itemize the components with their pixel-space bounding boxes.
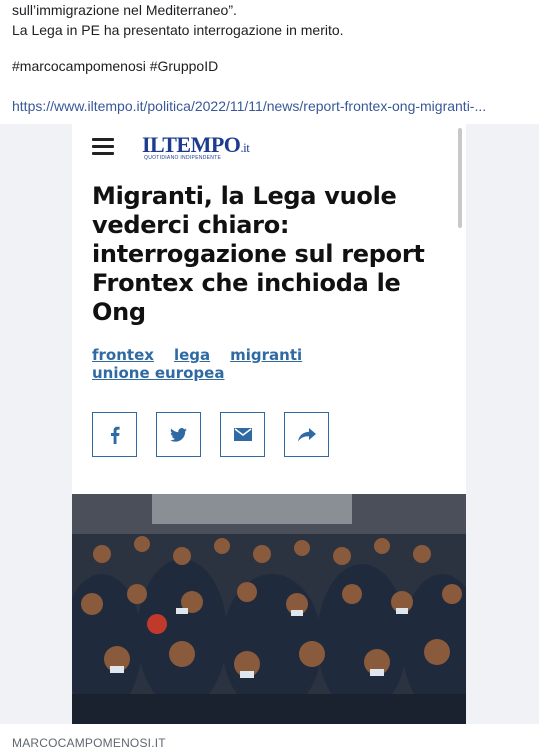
- tag-link: frontex: [92, 346, 154, 364]
- link-preview-card[interactable]: ILTEMPO.it QUOTIDIANO INDIPENDENTE Migra…: [0, 124, 539, 724]
- logo-tagline: QUOTIDIANO INDIPENDENTE: [144, 155, 222, 161]
- article-photo: [72, 494, 466, 724]
- tag-link: migranti: [230, 346, 303, 364]
- tag-link: lega: [173, 346, 211, 364]
- scrollbar: [458, 128, 462, 228]
- logo-suffix: .it: [240, 140, 250, 155]
- photo-crowd-illustration: [72, 494, 466, 724]
- post-text-line: sull’immigrazione nel Mediterraneo”.: [12, 2, 237, 18]
- share-bar: [92, 412, 329, 457]
- facebook-icon: [92, 412, 137, 457]
- tag-list: frontex lega migranti unione europea: [92, 346, 392, 382]
- link-source-domain: MARCOCAMPOMENOSI.IT: [12, 736, 166, 750]
- menu-icon: [92, 138, 114, 155]
- share-arrow-icon: [284, 412, 329, 457]
- post-text-line: La Lega in PE ha presentato interrogazio…: [12, 22, 344, 38]
- post-hashtags[interactable]: #marcocampomenosi #GruppoID: [12, 58, 218, 74]
- logo-text: ILTEMPO: [142, 132, 241, 157]
- twitter-icon: [156, 412, 201, 457]
- tag-link: unione europea: [92, 364, 225, 382]
- mail-icon: [220, 412, 265, 457]
- post-text: sull’immigrazione nel Mediterraneo”. La …: [12, 0, 532, 40]
- article-headline: Migranti, la Lega vuole vederci chiaro: …: [92, 182, 425, 326]
- article-screenshot: ILTEMPO.it QUOTIDIANO INDIPENDENTE Migra…: [72, 124, 466, 724]
- post-link[interactable]: https://www.iltempo.it/politica/2022/11/…: [12, 98, 486, 114]
